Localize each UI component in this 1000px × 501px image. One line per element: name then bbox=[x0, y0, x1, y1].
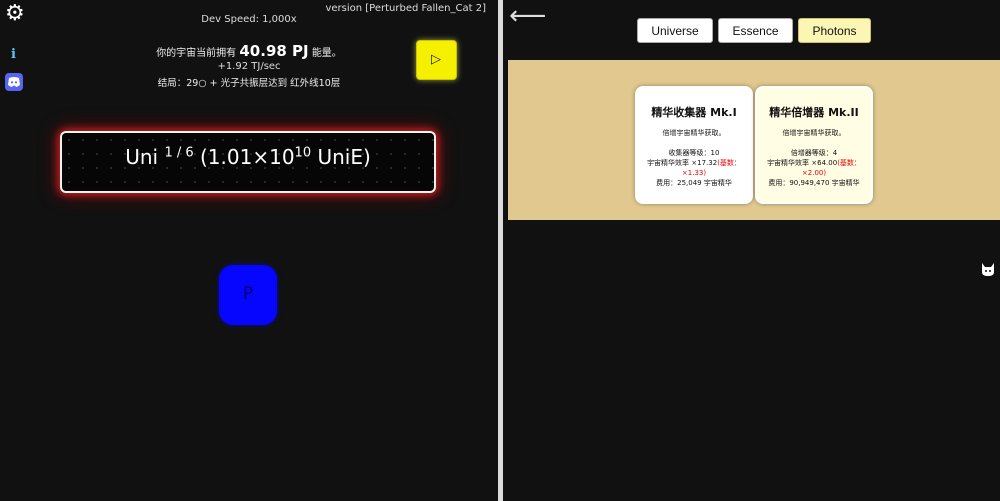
uni-paren-open: (1.01×10 bbox=[200, 145, 295, 169]
card-desc: 倍增宇宙精华获取。 bbox=[782, 129, 846, 137]
universe-counter-text: Uni 1 / 6 (1.01×1010 UniE) bbox=[62, 145, 434, 169]
energy-value: 40.98 PJ bbox=[239, 42, 309, 60]
uni-paren-close: UniE) bbox=[317, 145, 371, 169]
upgrade-card-collector[interactable]: 精华收集器 Mk.I 倍增宇宙精华获取。 收集器等级：10 宇宙精华效率 ×17… bbox=[635, 86, 753, 204]
energy-prefix: 你的宇宙当前拥有 bbox=[156, 48, 237, 59]
yellow-action-button[interactable]: ▷ bbox=[416, 40, 457, 80]
card-level: 收集器等级：10 bbox=[668, 149, 720, 157]
p-button-label: P bbox=[242, 284, 254, 304]
upgrade-card-multiplier[interactable]: 精华倍增器 Mk.II 倍增宇宙精华获取。 倍增器等级：4 宇宙精华效率 ×64… bbox=[755, 86, 873, 204]
uni-exponent: 10 bbox=[294, 145, 312, 161]
tab-essence[interactable]: Essence bbox=[718, 18, 793, 43]
card-level: 倍增器等级：4 bbox=[790, 149, 838, 157]
cat-icon[interactable] bbox=[980, 261, 996, 277]
uni-fraction: 1 / 6 bbox=[164, 145, 194, 161]
tab-universe[interactable]: Universe bbox=[637, 18, 713, 43]
version-label: version [Perturbed Fallen_Cat 2] bbox=[325, 3, 486, 14]
card-desc: 倍增宇宙精华获取。 bbox=[662, 129, 726, 137]
card-cost: 费用：25,049 宇宙精华 bbox=[656, 179, 732, 187]
upgrade-area: 精华收集器 Mk.I 倍增宇宙精华获取。 收集器等级：10 宇宙精华效率 ×17… bbox=[508, 60, 1000, 220]
universe-counter-box: Uni 1 / 6 (1.01×1010 UniE) bbox=[60, 131, 436, 193]
uni-base: Uni bbox=[125, 145, 159, 169]
energy-suffix: 能量。 bbox=[311, 48, 342, 59]
play-icon: ▷ bbox=[431, 52, 441, 67]
tab-photons[interactable]: Photons bbox=[798, 18, 871, 43]
card-title: 精华倍增器 Mk.II bbox=[769, 106, 859, 119]
upgrade-panel: ⟵ Universe Essence Photons 精华收集器 Mk.I 倍增… bbox=[503, 0, 1000, 501]
card-cost: 费用：90,949,470 宇宙精华 bbox=[768, 179, 860, 187]
card-effect: 宇宙精华效率 ×64.00(基数：×2.00) bbox=[757, 158, 871, 178]
card-title: 精华收集器 Mk.I bbox=[651, 106, 737, 119]
dev-speed-label: Dev Speed: 1,000x bbox=[201, 14, 297, 25]
back-arrow-icon[interactable]: ⟵ bbox=[509, 2, 546, 30]
game-panel: ⚙ i version [Perturbed Fallen_Cat 2] Dev… bbox=[0, 0, 498, 501]
card-effect: 宇宙精华效率 ×17.32(基数：×1.33) bbox=[637, 158, 751, 178]
card-effect-value: 宇宙精华效率 ×17.32 bbox=[647, 159, 718, 167]
card-effect-value: 宇宙精华效率 ×64.00 bbox=[767, 159, 838, 167]
p-button[interactable]: P bbox=[219, 265, 277, 325]
